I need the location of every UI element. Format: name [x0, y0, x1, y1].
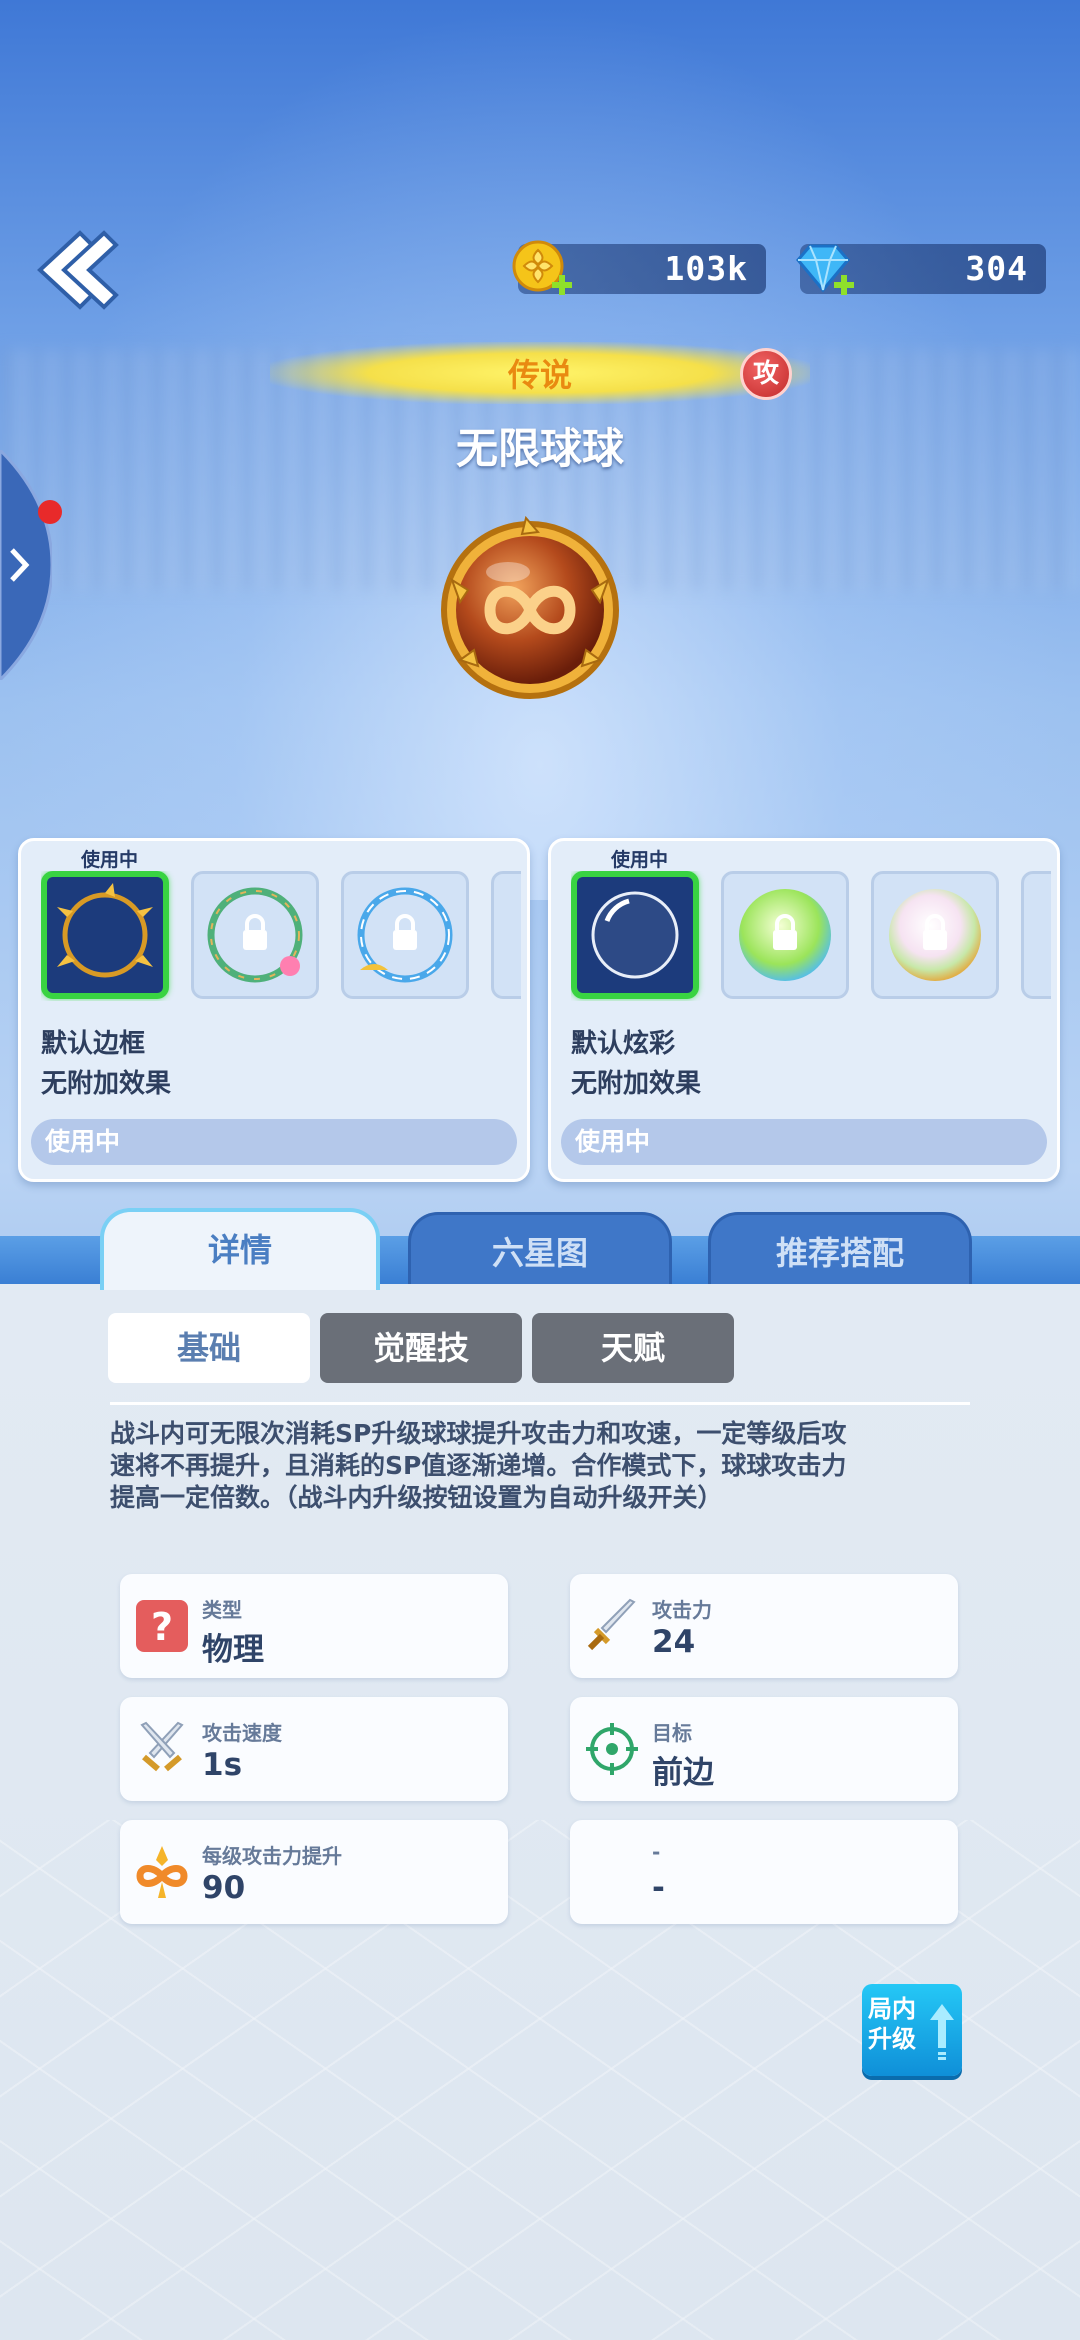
question-mark-icon: ? — [136, 1600, 188, 1652]
clear-bubble-icon — [591, 891, 679, 979]
color-skin-default[interactable] — [571, 871, 699, 999]
svg-text:?: ? — [151, 1605, 173, 1649]
stat-value: 90 — [202, 1870, 246, 1906]
tab-hexagram[interactable]: 六星图 — [408, 1212, 672, 1284]
gold-counter[interactable]: 103k — [512, 240, 766, 295]
stat-label: 每级攻击力提升 — [202, 1844, 342, 1868]
locked-wave-frame-icon — [357, 887, 453, 983]
infinity-ball-icon — [441, 515, 619, 699]
frame-skin-default[interactable] — [41, 871, 169, 999]
frame-skin-locked-2[interactable] — [341, 871, 469, 999]
subtab-awaken-skill[interactable]: 觉醒技 — [320, 1313, 522, 1383]
in-battle-upgrade-button[interactable]: 局内 升级 — [862, 1984, 962, 2076]
stat-attack-per-level: 每级攻击力提升 90 — [120, 1820, 508, 1924]
locked-vine-frame-icon — [207, 887, 303, 983]
frame-skin-locked-1[interactable] — [191, 871, 319, 999]
sword-icon — [587, 1598, 636, 1651]
attack-type-badge: 攻 — [740, 348, 792, 400]
diamond-gem-icon — [796, 244, 854, 295]
up-arrow-icon — [930, 2004, 954, 2060]
color-skin-locked-1[interactable] — [721, 871, 849, 999]
color-in-use-button[interactable]: 使用中 — [561, 1119, 1047, 1165]
stat-label: 类型 — [202, 1598, 242, 1622]
color-skin-locked-2[interactable] — [871, 871, 999, 999]
notification-dot — [38, 500, 62, 524]
crossed-swords-icon — [140, 1721, 184, 1772]
subtab-basic[interactable]: 基础 — [108, 1313, 310, 1383]
tab-details[interactable]: 详情 — [100, 1208, 380, 1290]
stat-label: - — [652, 1840, 661, 1864]
upgrade-label-line2: 升级 — [868, 2025, 916, 2053]
frame-in-use-button[interactable]: 使用中 — [31, 1119, 517, 1165]
upgrade-label: 局内 升级 — [868, 1994, 928, 2054]
stat-empty: - - — [570, 1820, 958, 1924]
color-skin-partial[interactable] — [1021, 871, 1051, 999]
stat-label: 攻击力 — [652, 1598, 712, 1622]
frame-skin-effect: 无附加效果 — [41, 1069, 172, 1099]
in-use-tag: 使用中 — [611, 849, 669, 871]
frame-skin-panel: 使用中 默认边框 无附加效果 使用中 — [18, 838, 530, 1182]
gold-clover-coin-icon — [512, 240, 572, 295]
side-drawer-tab[interactable] — [0, 450, 52, 680]
rarity-label: 传说 — [507, 356, 572, 394]
stat-label: 目标 — [652, 1721, 692, 1745]
gold-amount: 103k — [664, 249, 748, 288]
color-skin-name: 默认炫彩 — [571, 1029, 676, 1059]
frame-skin-partial[interactable] — [491, 871, 521, 999]
gem-amount: 304 — [965, 249, 1028, 288]
stat-target: 目标 前边 — [570, 1697, 958, 1801]
locked-green-bubble-icon — [739, 889, 831, 981]
stat-value: 物理 — [202, 1632, 264, 1668]
stat-label: 攻击速度 — [202, 1721, 282, 1745]
color-skin-list[interactable] — [571, 871, 1051, 1001]
upgrade-label-line1: 局内 — [868, 1995, 916, 2023]
stat-type: ? 类型 物理 — [120, 1574, 508, 1678]
locked-rainbow-bubble-icon — [889, 889, 981, 981]
stat-attack: 攻击力 24 — [570, 1574, 958, 1678]
stat-value: 24 — [652, 1624, 696, 1660]
color-skin-effect: 无附加效果 — [571, 1069, 702, 1099]
frame-skin-list[interactable] — [41, 871, 521, 1001]
back-button[interactable] — [22, 225, 122, 315]
tab-recommended[interactable]: 推荐搭配 — [708, 1212, 972, 1284]
infinity-emblem-icon — [136, 1846, 188, 1898]
divider — [110, 1402, 970, 1405]
item-name: 无限球球 — [455, 424, 624, 473]
crosshair-target-icon — [586, 1723, 638, 1775]
in-use-tag: 使用中 — [81, 849, 139, 871]
frame-skin-name: 默认边框 — [41, 1029, 146, 1059]
stat-value: 1s — [202, 1747, 243, 1783]
stat-attack-speed: 攻击速度 1s — [120, 1697, 508, 1801]
double-chevron-left-icon — [37, 230, 119, 310]
stat-value: - — [652, 1870, 665, 1906]
gem-counter[interactable]: 304 — [796, 244, 1046, 295]
skill-description: 战斗内可无限次消耗SP升级球球提升攻击力和攻速，一定等级后攻速将不再提升，且消耗… — [110, 1419, 847, 1512]
golden-claw-frame-icon — [57, 883, 153, 978]
subtab-talent[interactable]: 天赋 — [532, 1313, 734, 1383]
stat-value: 前边 — [652, 1755, 714, 1791]
color-skin-panel: 使用中 默认炫彩 无附加效果 使用中 — [548, 838, 1060, 1182]
